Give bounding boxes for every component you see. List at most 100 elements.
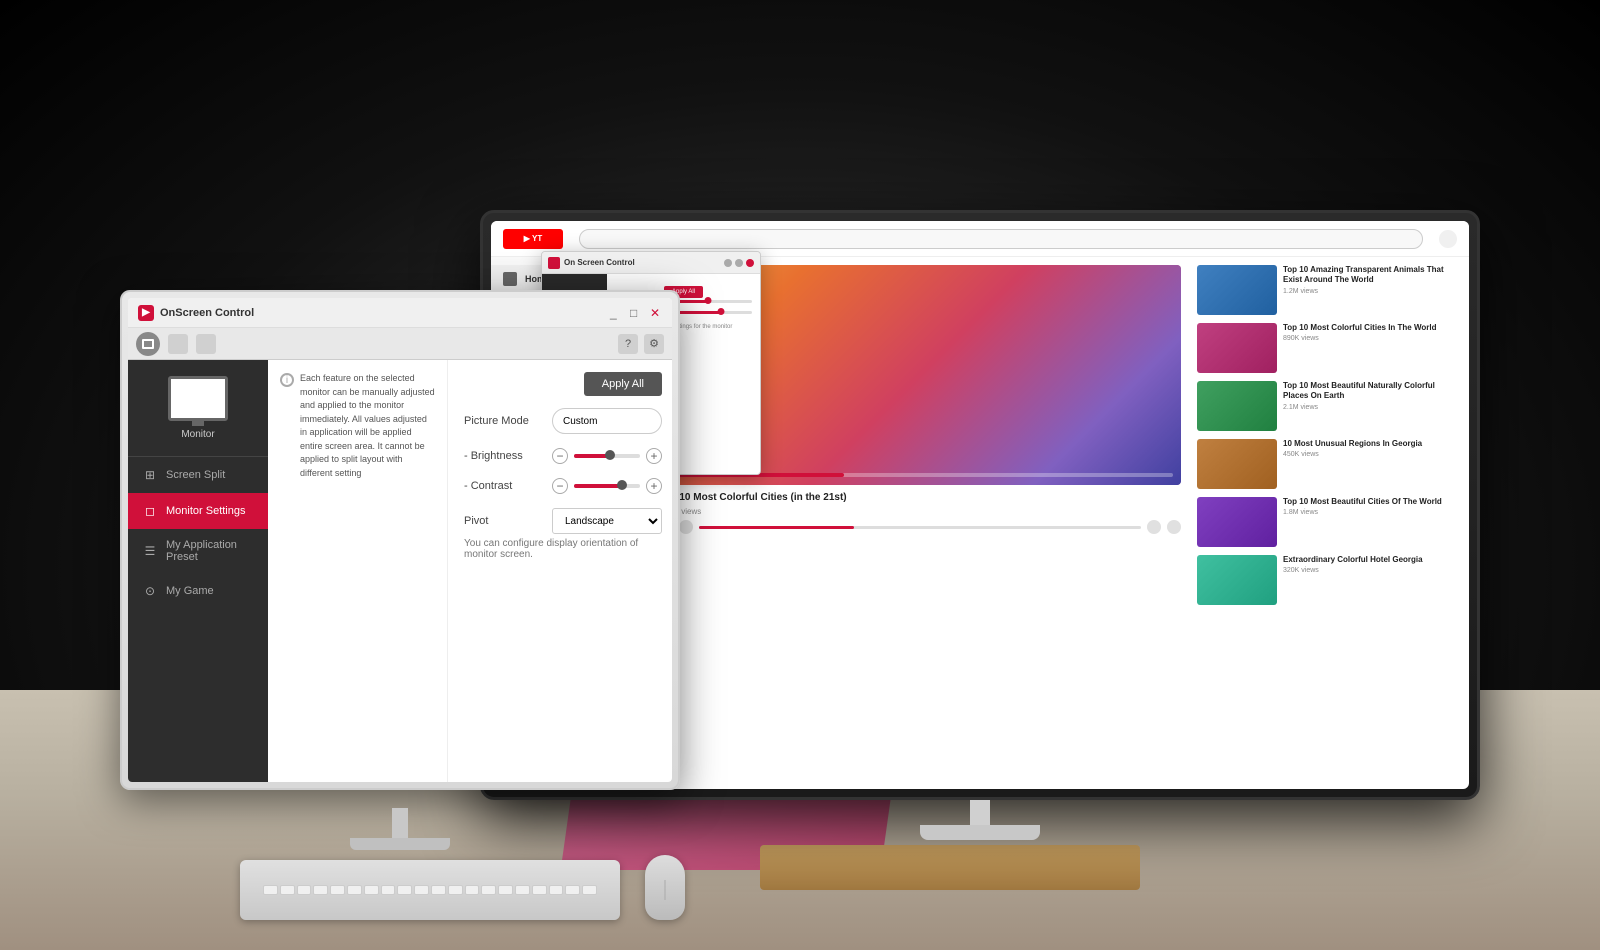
osc-app-brightness-plus[interactable]: + [646,448,662,464]
sug-views-1: 1.2M views [1283,288,1461,295]
osc-app-brightness-thumb[interactable] [605,450,615,460]
osc-app-nav-preset-label: My Application Preset [166,539,254,563]
osc-app-win-buttons: _ □ ✕ [610,307,662,319]
osc-app-monitor-section: Monitor [128,360,268,457]
osc-app-field-contrast: - Contrast − + [464,478,662,494]
home-icon [503,272,517,286]
osc-overlay-logo [548,257,560,269]
large-monitor-base [920,825,1040,840]
osc-app-sidebar: Monitor ⊞ Screen Split ◻ Monitor Setting… [128,360,268,782]
osc-app-monitor-nav-icon: ◻ [142,503,158,519]
sug-thumb-6 [1197,555,1277,605]
large-monitor-neck [970,800,990,825]
sug-views-6: 320K views [1283,567,1461,574]
suggested-video-4: 10 Most Unusual Regions In Georgia 450K … [1197,439,1461,489]
osc-overlay-brightness-thumb[interactable] [705,297,712,304]
osc-app-nav-monitorsettings[interactable]: ◻ Monitor Settings [128,493,268,529]
osc-app-pivot-select[interactable]: Landscape Portrait Portrait (flipped) [552,508,662,534]
osc-app-pivot-desc: You can configure display orientation of… [464,538,662,560]
key-4 [313,885,328,895]
osc-app-maximize-btn[interactable]: □ [630,307,642,319]
skip-btn[interactable] [679,520,693,534]
osc-app-contrast-thumb[interactable] [617,480,627,490]
osc-app-info-panel: i Each feature on the selected monitor c… [268,360,448,782]
settings-btn[interactable] [1147,520,1161,534]
osc-app-pivot-label: Pivot [464,515,544,527]
toolbar-dots-1[interactable] [168,334,188,354]
osc-app-nav-screensplit[interactable]: ⊞ Screen Split [128,457,268,493]
osc-app-brightness-track [574,454,640,458]
osc-app-contrast-plus[interactable]: + [646,478,662,494]
small-monitor: ▶ OnScreen Control _ □ ✕ [120,290,680,850]
key-6 [347,885,362,895]
suggested-video-5: Top 10 Most Beautiful Cities Of The Worl… [1197,497,1461,547]
main-video-title: Top 10 Most Colorful Cities (in the 21st… [659,491,1181,504]
key-9 [397,885,412,895]
fullscreen-btn[interactable] [1167,520,1181,534]
osc-app-brightness-minus[interactable]: − [552,448,568,464]
osc-app-nav-mygame[interactable]: ⊙ My Game [128,573,268,609]
sug-info-3: Top 10 Most Beautiful Naturally Colorful… [1283,381,1461,431]
sug-title-1: Top 10 Amazing Transparent Animals That … [1283,265,1461,286]
osc-app-field-picturemode: Picture Mode Custom Standard Cinema [464,408,662,434]
info-icon: i [280,373,294,387]
sug-thumb-4 [1197,439,1277,489]
small-monitor-neck [392,808,408,838]
sug-info-1: Top 10 Amazing Transparent Animals That … [1283,265,1461,315]
osc-app-minimize-btn[interactable]: _ [610,307,622,319]
key-19 [565,885,580,895]
keyboard-keys [259,881,601,899]
key-2 [280,885,295,895]
osc-app-split-icon: ⊞ [142,467,158,483]
sug-thumb-1 [1197,265,1277,315]
small-monitor-screen: ▶ OnScreen Control _ □ ✕ [128,298,672,782]
osc-overlay-minimize[interactable] [724,259,732,267]
osc-overlay-titlebar: On Screen Control [542,252,760,274]
osc-app-title: OnScreen Control [160,307,254,319]
osc-app-brightness-slider-container: − + [552,448,662,464]
osc-app-contrast-minus[interactable]: − [552,478,568,494]
osc-overlay-close[interactable] [746,259,754,267]
video-controls [659,520,1181,534]
sug-title-2: Top 10 Most Colorful Cities In The World [1283,323,1461,333]
osc-overlay-win-btns [724,259,754,267]
key-10 [414,885,429,895]
sug-views-2: 890K views [1283,335,1461,342]
osc-overlay-contrast-thumb[interactable] [718,308,725,315]
osc-app-preset-icon: ☰ [142,543,158,559]
sug-info-6: Extraordinary Colorful Hotel Georgia 320… [1283,555,1461,605]
toolbar-help-btn[interactable]: ? [618,334,638,354]
osc-app-picturemode-label: Picture Mode [464,415,544,427]
large-monitor-stand [920,800,1040,840]
yt-search-bar[interactable] [579,229,1423,249]
mouse-body [645,855,685,920]
osc-app-picturemode-select[interactable]: Custom Standard Cinema [552,408,662,434]
osc-app: ▶ OnScreen Control _ □ ✕ [128,298,672,782]
osc-app-nav-split-label: Screen Split [166,469,225,481]
osc-app-nav-applypreset[interactable]: ☰ My Application Preset [128,529,268,573]
osc-app-body: Monitor ⊞ Screen Split ◻ Monitor Setting… [128,360,672,782]
suggested-video-1: Top 10 Amazing Transparent Animals That … [1197,265,1461,315]
osc-app-close-btn[interactable]: ✕ [650,307,662,319]
small-monitor-frame: ▶ OnScreen Control _ □ ✕ [120,290,680,790]
osc-app-apply-btn[interactable]: Apply All [584,372,662,396]
sug-info-5: Top 10 Most Beautiful Cities Of The Worl… [1283,497,1461,547]
sug-info-4: 10 Most Unusual Regions In Georgia 450K … [1283,439,1461,489]
keyboard [240,860,620,920]
monitor-thumb-icon [136,332,160,356]
osc-app-contrast-slider-container: − + [552,478,662,494]
osc-app-nav-game-label: My Game [166,585,214,597]
key-13 [465,885,480,895]
osc-overlay-title: On Screen Control [564,258,635,267]
sug-views-4: 450K views [1283,451,1461,458]
osc-overlay-maximize[interactable] [735,259,743,267]
osc-app-monitor-label: Monitor [140,429,256,440]
key-18 [549,885,564,895]
toolbar-settings-btn[interactable]: ⚙ [644,334,664,354]
small-monitor-base [350,838,450,850]
yt-suggested-panel: Top 10 Amazing Transparent Animals That … [1189,257,1469,789]
toolbar-dots-2[interactable] [196,334,216,354]
osc-app-monitor-icon [168,376,228,421]
key-11 [431,885,446,895]
osc-app-game-icon: ⊙ [142,583,158,599]
